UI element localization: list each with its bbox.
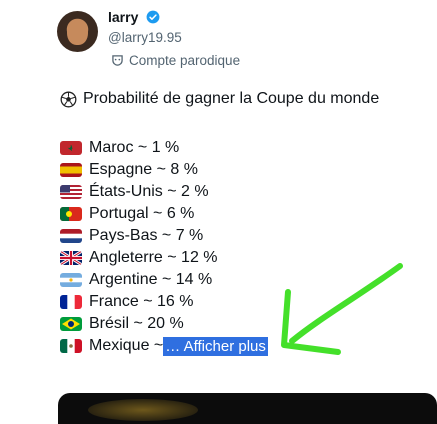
author-avatar[interactable] <box>57 11 98 52</box>
headline-text: Probabilité de gagner la Coupe du monde <box>83 90 380 107</box>
brazil-flag-icon <box>60 317 82 331</box>
team-label: Maroc ~ 1 % <box>89 139 180 156</box>
netherlands-flag-icon <box>60 229 82 243</box>
media-highlight <box>88 399 198 421</box>
avatar-face <box>67 19 88 45</box>
team-label: Mexique ~ <box>89 337 164 354</box>
list-item: États-Unis ~ 2 % <box>60 181 268 203</box>
parody-account-label: Compte parodique <box>112 53 240 68</box>
team-label: Argentine ~ 14 % <box>89 271 213 288</box>
team-label: Angleterre ~ 12 % <box>89 249 218 266</box>
mexico-flag-icon <box>60 339 82 353</box>
post-headline: Probabilité de gagner la Coupe du monde <box>60 90 379 108</box>
team-label: Espagne ~ 8 % <box>89 161 198 178</box>
verified-badge-icon <box>146 10 160 24</box>
spain-flag-icon <box>60 163 82 177</box>
list-item: Brésil ~ 20 % <box>60 313 268 335</box>
list-item: France ~ 16 % <box>60 291 268 313</box>
team-label: Pays-Bas ~ 7 % <box>89 227 204 244</box>
team-label: Portugal ~ 6 % <box>89 205 195 222</box>
author-handle[interactable]: @larry19.95 <box>108 30 182 45</box>
morocco-flag-icon <box>60 141 82 155</box>
uk-flag-icon <box>60 251 82 265</box>
post-media-preview[interactable] <box>58 393 437 424</box>
usa-flag-icon <box>60 185 82 199</box>
list-item: Mexique ~ … Afficher plus <box>60 335 268 357</box>
list-item: Espagne ~ 8 % <box>60 159 268 181</box>
parody-label-text: Compte parodique <box>129 53 241 68</box>
list-item: Portugal ~ 6 % <box>60 203 268 225</box>
author-name[interactable]: larry <box>108 9 138 25</box>
list-item: Angleterre ~ 12 % <box>60 247 268 269</box>
team-probability-list: Maroc ~ 1 % Espagne ~ 8 % États-Unis ~ 2… <box>60 137 268 357</box>
list-item: Argentine ~ 14 % <box>60 269 268 291</box>
team-label: États-Unis ~ 2 % <box>89 183 209 200</box>
show-more-link[interactable]: … Afficher plus <box>163 336 268 356</box>
list-item: Pays-Bas ~ 7 % <box>60 225 268 247</box>
soccer-ball-icon <box>60 91 77 107</box>
team-label: Brésil ~ 20 % <box>89 315 184 332</box>
argentina-flag-icon <box>60 273 82 287</box>
list-item: Maroc ~ 1 % <box>60 137 268 159</box>
portugal-flag-icon <box>60 207 82 221</box>
team-label: France ~ 16 % <box>89 293 194 310</box>
france-flag-icon <box>60 295 82 309</box>
parody-mask-icon <box>112 55 123 66</box>
